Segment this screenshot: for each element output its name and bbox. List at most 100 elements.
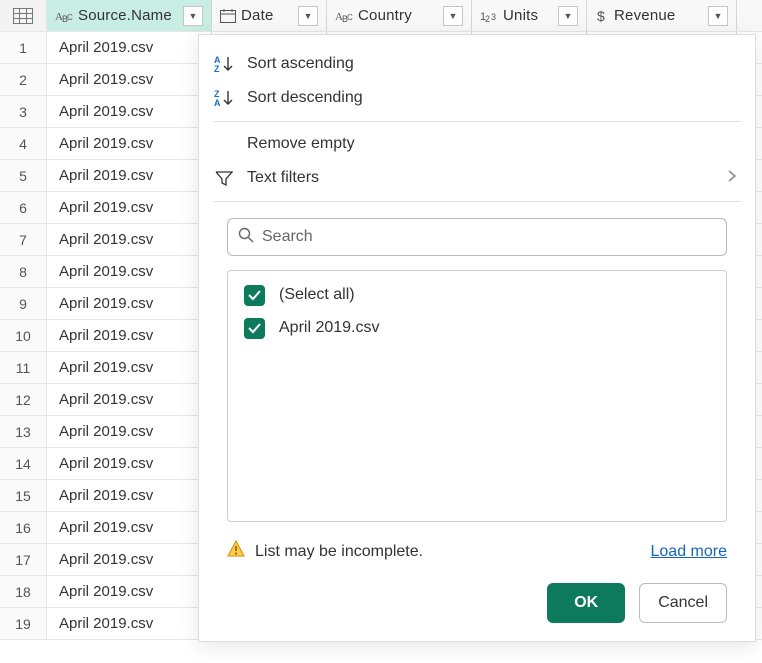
row-number[interactable]: 17	[0, 544, 47, 575]
warning-icon	[227, 540, 245, 563]
cell-source[interactable]: April 2019.csv	[47, 64, 212, 95]
sort-desc-icon: Z A	[213, 89, 235, 107]
row-number[interactable]: 2	[0, 64, 47, 95]
row-number[interactable]: 16	[0, 512, 47, 543]
row-number[interactable]: 19	[0, 608, 47, 639]
cell-source[interactable]: April 2019.csv	[47, 192, 212, 223]
cancel-button[interactable]: Cancel	[639, 583, 727, 623]
svg-text:2: 2	[485, 14, 490, 23]
row-number[interactable]: 9	[0, 288, 47, 319]
column-header-country[interactable]: ABC Country ▼	[327, 0, 472, 31]
filter-dropdown-button[interactable]: ▼	[443, 6, 463, 26]
filter-values-list: (Select all) April 2019.csv	[227, 270, 727, 522]
column-label: Units	[503, 0, 553, 31]
svg-text:A: A	[214, 98, 221, 107]
filter-dropdown-button[interactable]: ▼	[558, 6, 578, 26]
row-number[interactable]: 8	[0, 256, 47, 287]
cell-source[interactable]: April 2019.csv	[47, 224, 212, 255]
cell-source[interactable]: April 2019.csv	[47, 544, 212, 575]
sort-asc-icon: A Z	[213, 55, 235, 73]
column-header-units[interactable]: 123 Units ▼	[472, 0, 587, 31]
row-number[interactable]: 1	[0, 32, 47, 63]
row-number[interactable]: 11	[0, 352, 47, 383]
text-type-icon: ABC	[335, 9, 353, 23]
row-number[interactable]: 6	[0, 192, 47, 223]
row-number[interactable]: 13	[0, 416, 47, 447]
row-number[interactable]: 5	[0, 160, 47, 191]
svg-text:C: C	[347, 13, 353, 22]
table-icon	[13, 8, 33, 24]
cell-source[interactable]: April 2019.csv	[47, 608, 212, 639]
row-number[interactable]: 15	[0, 480, 47, 511]
currency-type-icon: $	[595, 9, 609, 23]
row-number[interactable]: 3	[0, 96, 47, 127]
header-row: ABC Source.Name ▼ Date ▼ ABC Country ▼ 1…	[0, 0, 762, 32]
chevron-right-icon	[727, 169, 737, 187]
column-label: Country	[358, 0, 438, 31]
filter-dropdown-button[interactable]: ▼	[298, 6, 318, 26]
sort-descending-item[interactable]: Z A Sort descending	[199, 81, 755, 115]
svg-text:C: C	[67, 13, 73, 22]
filter-dropdown-panel: A Z Sort ascending Z A Sort descending R…	[198, 34, 756, 642]
filter-value-item[interactable]: April 2019.csv	[244, 318, 710, 339]
cell-source[interactable]: April 2019.csv	[47, 352, 212, 383]
svg-text:$: $	[597, 9, 605, 23]
row-number[interactable]: 18	[0, 576, 47, 607]
search-icon	[238, 227, 254, 246]
menu-item-label: Sort ascending	[247, 55, 737, 73]
column-label: Source.Name	[78, 0, 178, 31]
svg-text:3: 3	[491, 12, 496, 22]
text-filters-item[interactable]: Text filters	[199, 161, 755, 195]
cell-source[interactable]: April 2019.csv	[47, 512, 212, 543]
menu-divider	[213, 201, 741, 202]
row-number[interactable]: 4	[0, 128, 47, 159]
row-number[interactable]: 10	[0, 320, 47, 351]
remove-empty-item[interactable]: Remove empty	[199, 128, 755, 162]
checkbox-checked-icon	[244, 318, 265, 339]
menu-divider	[213, 121, 741, 122]
filter-value-select-all[interactable]: (Select all)	[244, 285, 710, 306]
row-number[interactable]: 12	[0, 384, 47, 415]
date-type-icon	[220, 9, 236, 23]
cell-source[interactable]: April 2019.csv	[47, 480, 212, 511]
row-number[interactable]: 14	[0, 448, 47, 479]
cell-source[interactable]: April 2019.csv	[47, 576, 212, 607]
incomplete-list-notice: List may be incomplete. Load more	[227, 540, 727, 563]
row-selector-header[interactable]	[0, 0, 47, 31]
cell-source[interactable]: April 2019.csv	[47, 416, 212, 447]
cell-source[interactable]: April 2019.csv	[47, 288, 212, 319]
filter-icon	[213, 170, 235, 186]
cell-source[interactable]: April 2019.csv	[47, 448, 212, 479]
cell-source[interactable]: April 2019.csv	[47, 128, 212, 159]
column-label: Revenue	[614, 0, 703, 31]
cell-source[interactable]: April 2019.csv	[47, 160, 212, 191]
row-number[interactable]: 7	[0, 224, 47, 255]
incomplete-list-text: List may be incomplete.	[255, 543, 641, 561]
filter-value-label: (Select all)	[279, 286, 355, 304]
cell-source[interactable]: April 2019.csv	[47, 32, 212, 63]
number-type-icon: 123	[480, 9, 498, 23]
menu-item-label: Remove empty	[247, 135, 737, 153]
cell-source[interactable]: April 2019.csv	[47, 96, 212, 127]
menu-item-label: Text filters	[247, 169, 715, 187]
column-header-date[interactable]: Date ▼	[212, 0, 327, 31]
search-input[interactable]	[262, 228, 716, 246]
cell-source[interactable]: April 2019.csv	[47, 320, 212, 351]
sort-ascending-item[interactable]: A Z Sort ascending	[199, 47, 755, 81]
column-header-source[interactable]: ABC Source.Name ▼	[47, 0, 212, 31]
filter-search-box[interactable]	[227, 218, 727, 256]
filter-dropdown-button[interactable]: ▼	[183, 6, 203, 26]
filter-dropdown-button[interactable]: ▼	[708, 6, 728, 26]
filter-value-label: April 2019.csv	[279, 319, 380, 337]
dialog-buttons: OK Cancel	[227, 583, 727, 623]
text-type-icon: ABC	[55, 9, 73, 23]
column-header-revenue[interactable]: $ Revenue ▼	[587, 0, 737, 31]
svg-text:Z: Z	[214, 64, 220, 73]
checkbox-checked-icon	[244, 285, 265, 306]
ok-button[interactable]: OK	[547, 583, 625, 623]
menu-item-label: Sort descending	[247, 89, 737, 107]
cell-source[interactable]: April 2019.csv	[47, 256, 212, 287]
load-more-link[interactable]: Load more	[651, 543, 728, 561]
column-label: Date	[241, 0, 293, 31]
cell-source[interactable]: April 2019.csv	[47, 384, 212, 415]
